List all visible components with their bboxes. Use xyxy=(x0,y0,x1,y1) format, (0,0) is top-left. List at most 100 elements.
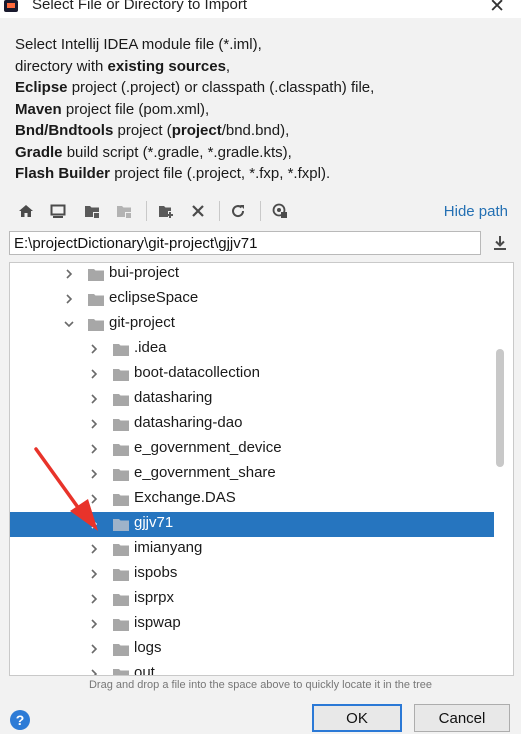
chevron-right-icon[interactable] xyxy=(87,642,101,656)
tree-row-label: isprpx xyxy=(134,589,175,606)
tree-row[interactable]: datasharing xyxy=(10,387,494,412)
close-icon[interactable]: ✕ xyxy=(489,0,505,18)
window-title: Select File or Directory to Import xyxy=(32,0,248,13)
tree-row[interactable]: .idea xyxy=(10,337,494,362)
description-text: project file (pom.xml), xyxy=(61,100,210,118)
tree-row-label: logs xyxy=(134,639,162,656)
path-row xyxy=(9,231,514,257)
description-text: project ( xyxy=(113,122,172,139)
annotation-arrow-icon xyxy=(34,447,98,531)
description-bold-text: project xyxy=(171,122,222,139)
description-text: project (.project) or classpath (.classp… xyxy=(67,79,375,96)
description-line: directory with existing sources, xyxy=(15,56,515,78)
tree-row-label: ispwap xyxy=(134,614,181,631)
tree-scrollbar[interactable] xyxy=(496,349,504,467)
folder-icon xyxy=(113,494,129,506)
chevron-right-icon[interactable] xyxy=(87,542,101,556)
cancel-button[interactable]: Cancel xyxy=(414,704,510,732)
description-text: build script (*.gradle, *.gradle.kts), xyxy=(62,143,292,161)
folder-icon xyxy=(113,619,129,631)
folder-icon xyxy=(113,669,129,675)
home-icon[interactable] xyxy=(17,202,35,220)
chevron-right-icon[interactable] xyxy=(62,267,76,281)
description-bold-text: Flash Builder xyxy=(15,165,111,182)
tree-row-label: eclipseSpace xyxy=(109,289,199,306)
module-folder-icon[interactable] xyxy=(115,202,133,220)
tree-row-label: datasharing-dao xyxy=(134,414,243,431)
chevron-right-icon[interactable] xyxy=(87,392,101,406)
tree-row[interactable]: ispobs xyxy=(10,562,494,587)
intellij-app-icon xyxy=(4,0,18,12)
ok-button[interactable]: OK xyxy=(312,704,402,732)
tree-row[interactable]: isprpx xyxy=(10,587,494,612)
folder-icon xyxy=(88,319,104,331)
description-line: Bnd/Bndtools project (project/bnd.bnd), xyxy=(15,120,515,142)
folder-icon xyxy=(88,294,104,306)
description-text: Select Intellij IDEA module file (*.iml)… xyxy=(15,36,262,53)
folder-icon xyxy=(113,444,129,456)
chevron-right-icon[interactable] xyxy=(87,617,101,631)
description-text: directory with xyxy=(15,57,108,75)
show-hidden-icon[interactable] xyxy=(271,202,289,220)
chevron-right-icon[interactable] xyxy=(87,667,101,676)
tree-row-label: gjjv71 xyxy=(134,514,174,531)
tree-row-label: ispobs xyxy=(134,564,178,581)
chevron-down-icon[interactable] xyxy=(62,317,76,331)
tree-row[interactable]: logs xyxy=(10,637,494,662)
chevron-right-icon[interactable] xyxy=(87,567,101,581)
description-bold-text: Bnd/Bndtools xyxy=(15,122,114,139)
description-line: Maven project file (pom.xml), xyxy=(15,99,515,121)
help-button[interactable]: ? xyxy=(10,710,30,730)
folder-icon xyxy=(113,644,129,656)
tree-row-label: Exchange.DAS xyxy=(134,489,236,506)
title-bar: Select File or Directory to Import ✕ xyxy=(0,0,521,18)
chevron-right-icon[interactable] xyxy=(87,342,101,356)
folder-icon xyxy=(113,569,129,581)
tree-row[interactable]: bui-project xyxy=(10,263,494,287)
description-bold-text: existing sources xyxy=(107,57,226,75)
tree-row[interactable]: eclipseSpace xyxy=(10,287,494,312)
tree-row-label: .idea xyxy=(134,339,167,356)
tree-row-label: git-project xyxy=(109,314,175,331)
folder-icon xyxy=(113,594,129,606)
folder-icon xyxy=(113,419,129,431)
folder-icon xyxy=(113,394,129,406)
description-text: project file (.project, *.fxp, *.fxpl). xyxy=(110,165,331,182)
tree-row-label: out xyxy=(134,664,155,676)
new-folder-icon[interactable] xyxy=(157,202,175,220)
toolbar-separator xyxy=(219,201,220,221)
chevron-right-icon[interactable] xyxy=(87,367,101,381)
tree-row[interactable]: boot-datacollection xyxy=(10,362,494,387)
folder-icon xyxy=(113,544,129,556)
tree-row[interactable]: datasharing-dao xyxy=(10,412,494,437)
folder-icon xyxy=(113,469,129,481)
refresh-icon[interactable] xyxy=(229,202,247,220)
tree-row[interactable]: ispwap xyxy=(10,612,494,637)
description-text: , xyxy=(225,57,231,75)
delete-icon[interactable] xyxy=(189,202,207,220)
toolbar-separator xyxy=(146,201,147,221)
tree-row[interactable]: git-project xyxy=(10,312,494,337)
tree-row-label: datasharing xyxy=(134,389,213,406)
tree-row-label: bui-project xyxy=(109,264,180,281)
description-bold-text: Eclipse xyxy=(15,79,68,96)
tree-row-label: e_government_share xyxy=(134,464,276,481)
tree-row[interactable]: out xyxy=(10,662,494,676)
toolbar-separator xyxy=(260,201,261,221)
description-bold-text: Maven xyxy=(15,100,62,118)
folder-icon xyxy=(113,519,129,531)
description-bold-text: Gradle xyxy=(15,143,63,161)
tree-row-label: e_government_device xyxy=(134,439,282,456)
chevron-right-icon[interactable] xyxy=(62,292,76,306)
download-icon[interactable] xyxy=(492,235,508,251)
folder-icon xyxy=(113,344,129,356)
path-field[interactable] xyxy=(9,231,481,255)
tree-row[interactable]: imianyang xyxy=(10,537,494,562)
description-line: Eclipse project (.project) or classpath … xyxy=(15,77,515,99)
chevron-right-icon[interactable] xyxy=(87,417,101,431)
chevron-right-icon[interactable] xyxy=(87,592,101,606)
description-line: Flash Builder project file (.project, *.… xyxy=(15,163,515,185)
project-folder-icon[interactable] xyxy=(83,202,101,220)
desktop-icon[interactable] xyxy=(49,202,67,220)
hide-path-link[interactable]: Hide path xyxy=(444,203,508,220)
